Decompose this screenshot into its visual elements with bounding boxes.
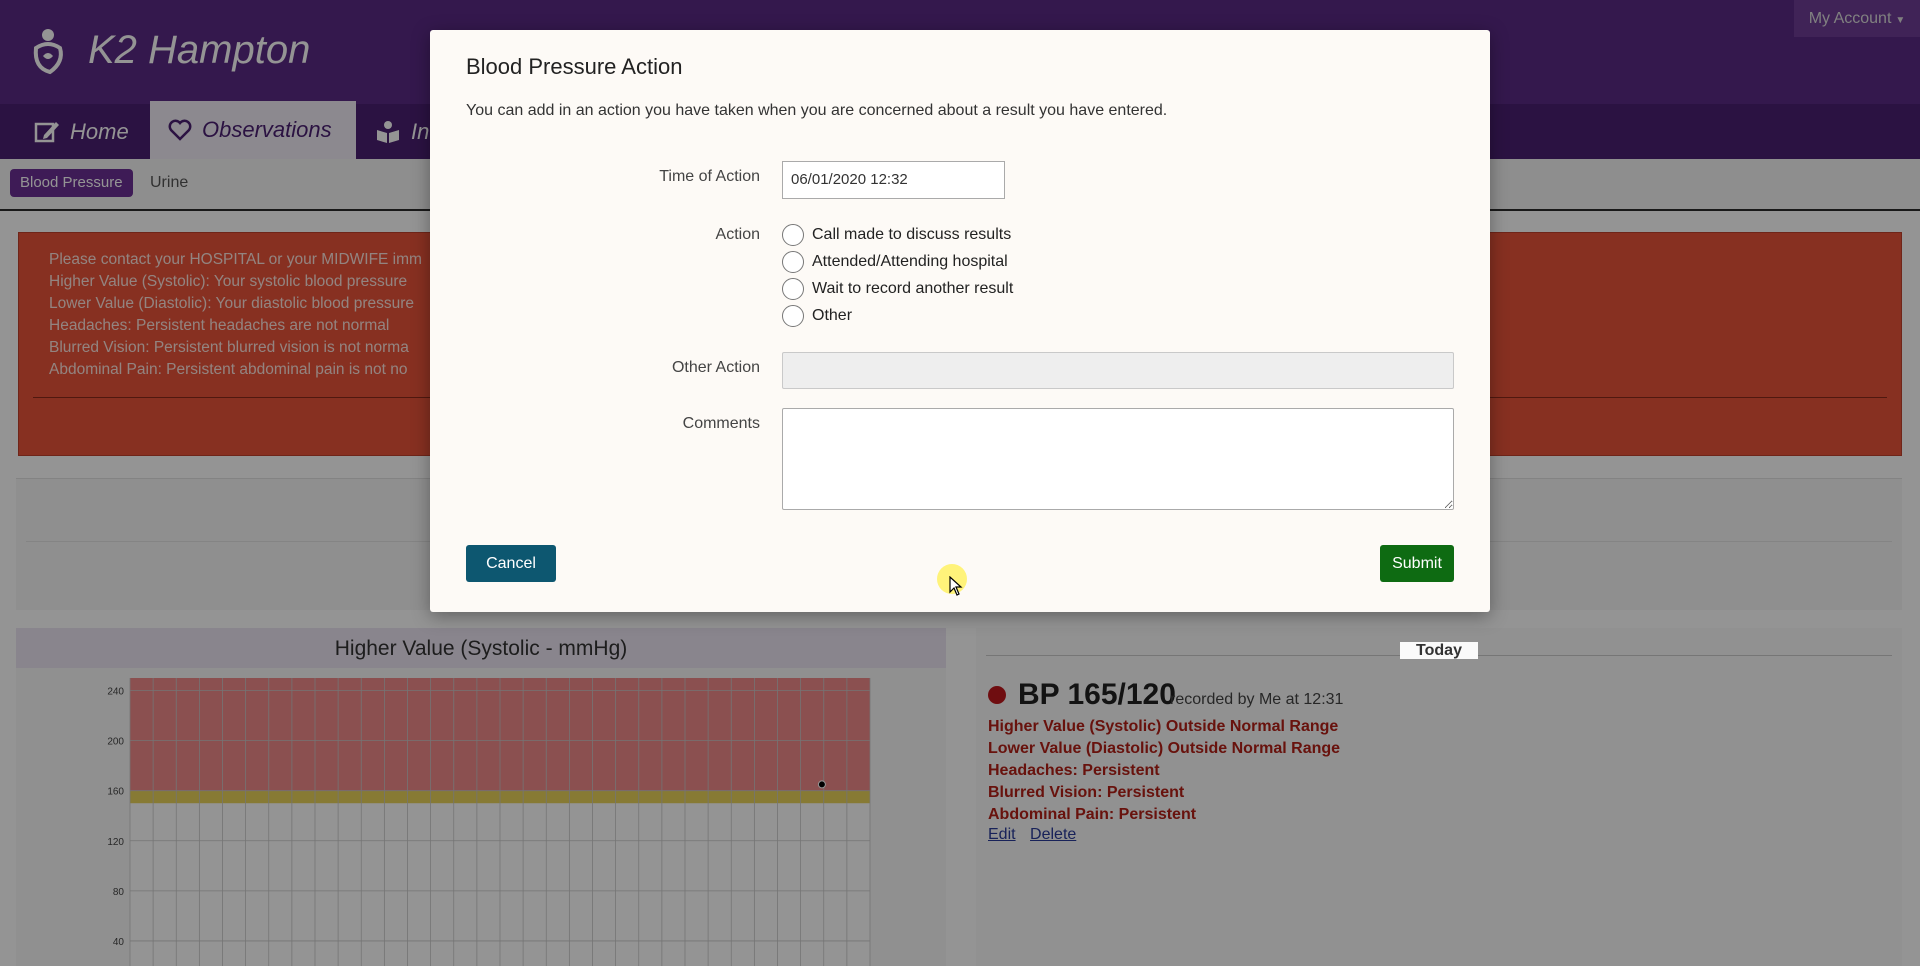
action-option-hospital[interactable]: Attended/Attending hospital [782,250,1008,274]
radio-button[interactable] [782,305,804,327]
radio-label: Wait to record another result [812,280,1014,297]
modal-title: Blood Pressure Action [466,54,683,79]
action-option-call[interactable]: Call made to discuss results [782,223,1011,247]
action-label: Action [715,226,760,243]
radio-label: Other [812,307,853,324]
time-of-action-label: Time of Action [659,168,760,185]
blood-pressure-action-modal: Blood Pressure Action You can add in an … [430,30,1490,612]
submit-button[interactable]: Submit [1380,545,1454,582]
action-option-other[interactable]: Other [782,304,852,328]
comments-textarea[interactable] [782,408,1454,510]
radio-button[interactable] [782,251,804,273]
comments-label: Comments [682,415,760,432]
modal-description: You can add in an action you have taken … [466,102,1168,119]
radio-button[interactable] [782,224,804,246]
mouse-pointer-icon [949,576,963,596]
other-action-input[interactable] [782,352,1454,389]
time-of-action-input[interactable]: 06/01/2020 12:32 [782,161,1005,199]
radio-label: Attended/Attending hospital [812,253,1008,270]
other-action-label: Other Action [671,359,760,376]
action-option-wait[interactable]: Wait to record another result [782,277,1013,301]
radio-label: Call made to discuss results [812,226,1012,243]
cancel-button[interactable]: Cancel [466,545,556,582]
today-heading: Today [1400,642,1478,659]
radio-button[interactable] [782,278,804,300]
